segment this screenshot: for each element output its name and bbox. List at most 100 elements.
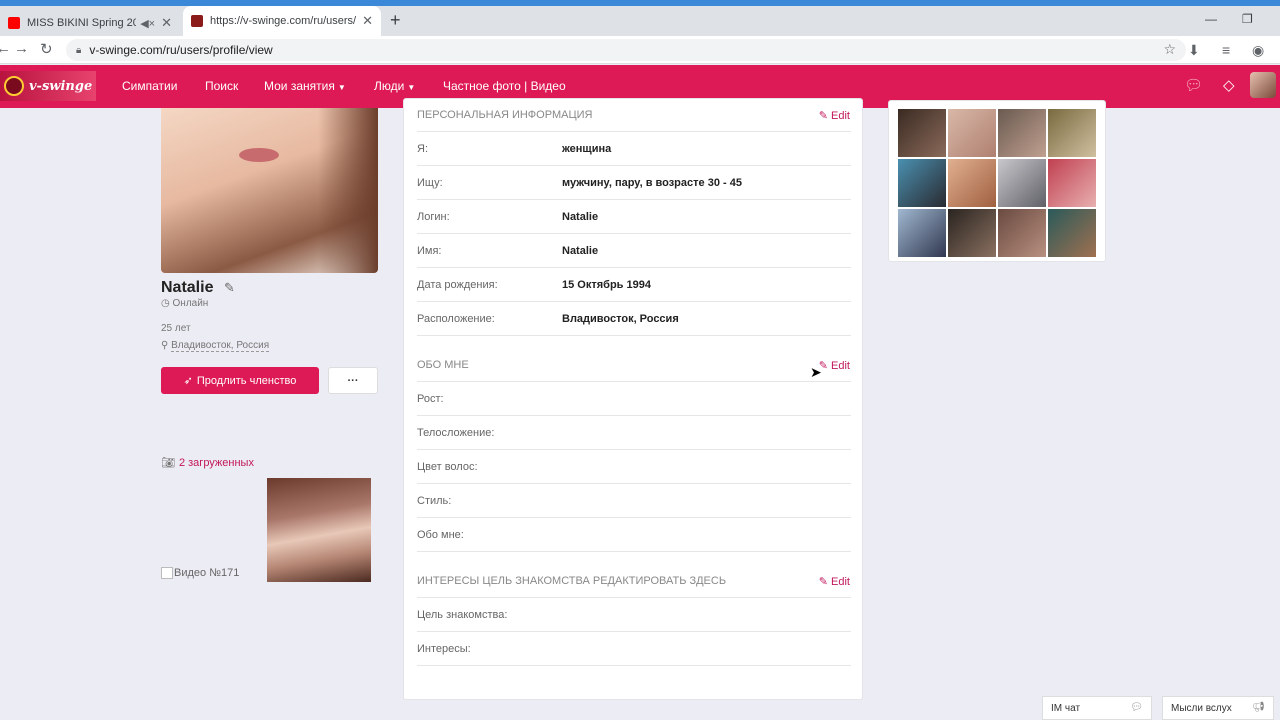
edit-label: Edit — [831, 576, 850, 588]
tab-title: https://v-swinge.com/ru/users/p — [210, 15, 357, 27]
row-value: Natalie — [562, 210, 599, 223]
edit-label: Edit — [831, 110, 850, 122]
gallery-thumb[interactable] — [898, 109, 946, 157]
nav-label: Мои занятия — [264, 79, 335, 93]
video-checkbox[interactable] — [161, 567, 173, 579]
map-marker-icon: ⚲ — [161, 340, 169, 351]
edit-personal-link[interactable]: ✎ Edit — [819, 109, 850, 122]
info-row: Дата рождения: 15 Октябрь 1994 — [417, 268, 851, 302]
gallery-thumb[interactable] — [948, 159, 996, 207]
video-thumbnail[interactable] — [267, 478, 371, 582]
row-label: Имя: — [417, 244, 442, 257]
profile-photo[interactable] — [161, 108, 378, 273]
info-row: Расположение: Владивосток, Россия — [417, 302, 851, 336]
user-avatar[interactable] — [1250, 72, 1276, 98]
gallery-thumb[interactable] — [1048, 209, 1096, 257]
edit-label: Edit — [831, 360, 850, 372]
gallery-thumb[interactable] — [898, 209, 946, 257]
row-label: Рост: — [417, 392, 444, 405]
uploaded-photos-link[interactable]: 📷︎ 2 загруженных — [161, 456, 254, 469]
status-text: Онлайн — [172, 298, 209, 309]
youtube-favicon-icon — [8, 17, 20, 29]
chat-icon: 💬︎ — [1130, 702, 1143, 713]
chat-bubbles-icon[interactable]: 💬︎ — [1184, 76, 1203, 94]
reload-icon[interactable]: ↻ — [40, 40, 53, 58]
lock-icon[interactable]: 🔒︎ — [76, 45, 81, 56]
browser-tab-active[interactable]: https://v-swinge.com/ru/users/p ✕ — [183, 6, 381, 36]
url-input[interactable]: 🔒︎ v-swinge.com/ru/users/profile/view ☆ — [66, 39, 1186, 61]
nav-label: Люди — [374, 79, 405, 93]
media-list-icon[interactable]: ≡ — [1222, 42, 1230, 58]
nav-my-activities[interactable]: Мои занятия ▼ — [264, 79, 346, 93]
info-row: Имя: Natalie — [417, 234, 851, 268]
online-status: ◷ Онлайн — [161, 298, 208, 309]
close-tab-icon[interactable]: ✕ — [362, 13, 373, 29]
section-title-about: ОБО МНЕ — [417, 359, 469, 371]
gallery-thumb[interactable] — [998, 159, 1046, 207]
info-row: Цель знакомства: — [417, 598, 851, 632]
photo-detail — [239, 148, 279, 162]
video-label: Видео №171 — [174, 567, 240, 579]
gallery-thumb[interactable] — [948, 209, 996, 257]
uploaded-text: 2 загруженных — [178, 457, 254, 469]
minimize-icon[interactable]: — — [1205, 12, 1217, 26]
info-row: Ищу: мужчину, пару, в возрасте 30 - 45 — [417, 166, 851, 200]
row-label: Я: — [417, 142, 428, 155]
row-label: Расположение: — [417, 312, 495, 325]
nav-private-photo-video[interactable]: Частное фото | Видео — [443, 79, 566, 93]
row-label: Телосложение: — [417, 426, 495, 439]
row-label: Цвет волос: — [417, 460, 478, 473]
info-row: Телосложение: — [417, 416, 851, 450]
back-icon[interactable]: ← — [0, 40, 11, 57]
row-value: мужчину, пару, в возрасте 30 - 45 — [562, 176, 742, 189]
close-tab-icon[interactable]: ✕ — [161, 15, 172, 31]
profile-location[interactable]: ⚲ Владивосток, Россия — [161, 340, 270, 352]
browser-tab[interactable]: MISS BIKINI Spring 2008 Mil ◀× ✕ — [0, 10, 180, 36]
profile-extension-icon[interactable]: ◉ — [1252, 42, 1264, 59]
edit-pencil-icon[interactable]: ✎ — [224, 280, 235, 296]
mute-icon[interactable]: ◀× — [140, 17, 155, 30]
row-value: Владивосток, Россия — [562, 312, 679, 325]
row-value: женщина — [562, 142, 612, 155]
site-logo[interactable]: v-swinge — [0, 71, 96, 101]
caret-down-icon: ▼ — [407, 83, 416, 92]
row-value: 15 Октябрь 1994 — [562, 278, 651, 291]
nav-people[interactable]: Люди ▼ — [374, 79, 415, 93]
row-label: Интересы: — [417, 642, 471, 655]
video-checkbox-item[interactable]: Видео №171 — [161, 567, 239, 579]
thoughts-box[interactable]: Мысли вслух 📢︎ — [1162, 696, 1274, 720]
more-options-button[interactable]: ··· — [328, 367, 378, 394]
gallery-thumb[interactable] — [998, 209, 1046, 257]
profile-age: 25 лет — [161, 323, 191, 334]
info-row: Стиль: — [417, 484, 851, 518]
forward-icon[interactable]: → — [14, 40, 29, 57]
gallery-thumb[interactable] — [1048, 109, 1096, 157]
diamond-icon[interactable]: ◇ — [1223, 76, 1235, 94]
gallery-thumb[interactable] — [948, 109, 996, 157]
gallery-thumb[interactable] — [1048, 159, 1096, 207]
caret-down-icon: ▼ — [337, 83, 346, 92]
logo-text: v-swinge — [29, 78, 93, 94]
nav-sympathy[interactable]: Симпатии — [122, 79, 177, 93]
url-text: v-swinge.com/ru/users/profile/view — [89, 43, 273, 57]
restore-icon[interactable]: ❐ — [1242, 12, 1253, 26]
info-row: Рост: — [417, 382, 851, 416]
edit-about-link[interactable]: ✎ Edit — [819, 359, 850, 372]
bookmark-star-icon[interactable]: ☆ — [1163, 41, 1176, 58]
info-row: Логин: Natalie — [417, 200, 851, 234]
im-chat-box[interactable]: IM чат 💬︎ — [1042, 696, 1152, 720]
heart-logo-icon — [4, 76, 24, 96]
edit-interests-link[interactable]: ✎ Edit — [819, 575, 850, 588]
gallery-thumb[interactable] — [898, 159, 946, 207]
new-tab-icon[interactable]: + — [390, 10, 401, 31]
download-icon[interactable]: ⬇ — [1188, 42, 1200, 59]
gallery-thumb[interactable] — [998, 109, 1046, 157]
button-label: Продлить членство — [196, 374, 297, 387]
camera-icon: 📷︎ — [161, 457, 175, 469]
photo-detail — [318, 108, 378, 273]
profile-name: Natalie — [161, 279, 214, 296]
nav-search[interactable]: Поиск — [205, 79, 238, 93]
row-label: Стиль: — [417, 494, 452, 507]
pencil-icon: ✎ — [818, 576, 828, 588]
extend-membership-button[interactable]: ➶ Продлить членство — [161, 367, 319, 394]
